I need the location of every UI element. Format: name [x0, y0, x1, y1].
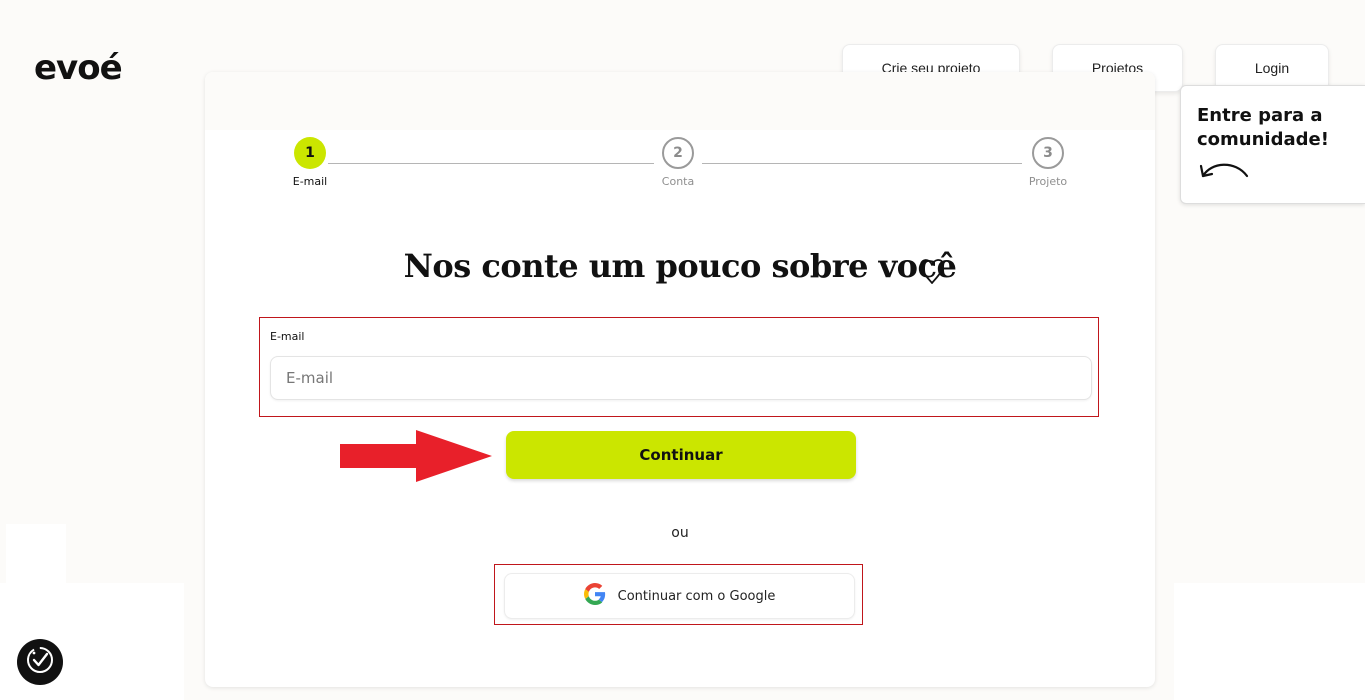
page-title: Nos conte um pouco sobre você [403, 247, 957, 285]
google-icon [583, 583, 606, 609]
email-field-highlight: E-mail [259, 317, 1099, 417]
card-header-band [205, 72, 1155, 130]
step-connector-2-3 [702, 163, 1022, 164]
accessibility-button[interactable] [17, 639, 63, 685]
step-number-circle: 3 [1032, 137, 1064, 169]
curved-arrow-left-icon [1197, 158, 1349, 187]
step-number-circle: 2 [662, 137, 694, 169]
step-label: Projeto [1028, 175, 1068, 188]
google-button-label: Continuar com o Google [617, 588, 776, 604]
step-number-circle: 1 [294, 137, 326, 169]
right-decoration [1174, 583, 1365, 700]
accessibility-check-icon [25, 645, 55, 680]
step-email: 1 E-mail [280, 137, 340, 188]
step-label: Conta [661, 175, 695, 188]
progress-stepper: 1 E-mail 2 Conta 3 Projeto [280, 137, 1080, 197]
red-pointer-arrow-icon [340, 430, 492, 487]
or-divider: ou [671, 525, 689, 541]
google-button-highlight: Continuar com o Google [494, 564, 863, 625]
tooltip-text: Entre para a comunidade! [1197, 105, 1329, 150]
continue-button[interactable]: Continuar [506, 431, 856, 479]
step-account: 2 Conta [648, 137, 708, 188]
step-project: 3 Projeto [1018, 137, 1078, 188]
left-decoration-small [6, 524, 66, 584]
email-field[interactable] [270, 356, 1092, 400]
google-signin-button[interactable]: Continuar com o Google [504, 573, 855, 619]
email-label: E-mail [270, 330, 305, 343]
heart-icon [918, 256, 946, 291]
evoe-logo[interactable]: evoé [34, 48, 123, 88]
community-tooltip: Entre para a comunidade! [1180, 85, 1365, 204]
step-label: E-mail [292, 175, 328, 188]
step-connector-1-2 [328, 163, 654, 164]
